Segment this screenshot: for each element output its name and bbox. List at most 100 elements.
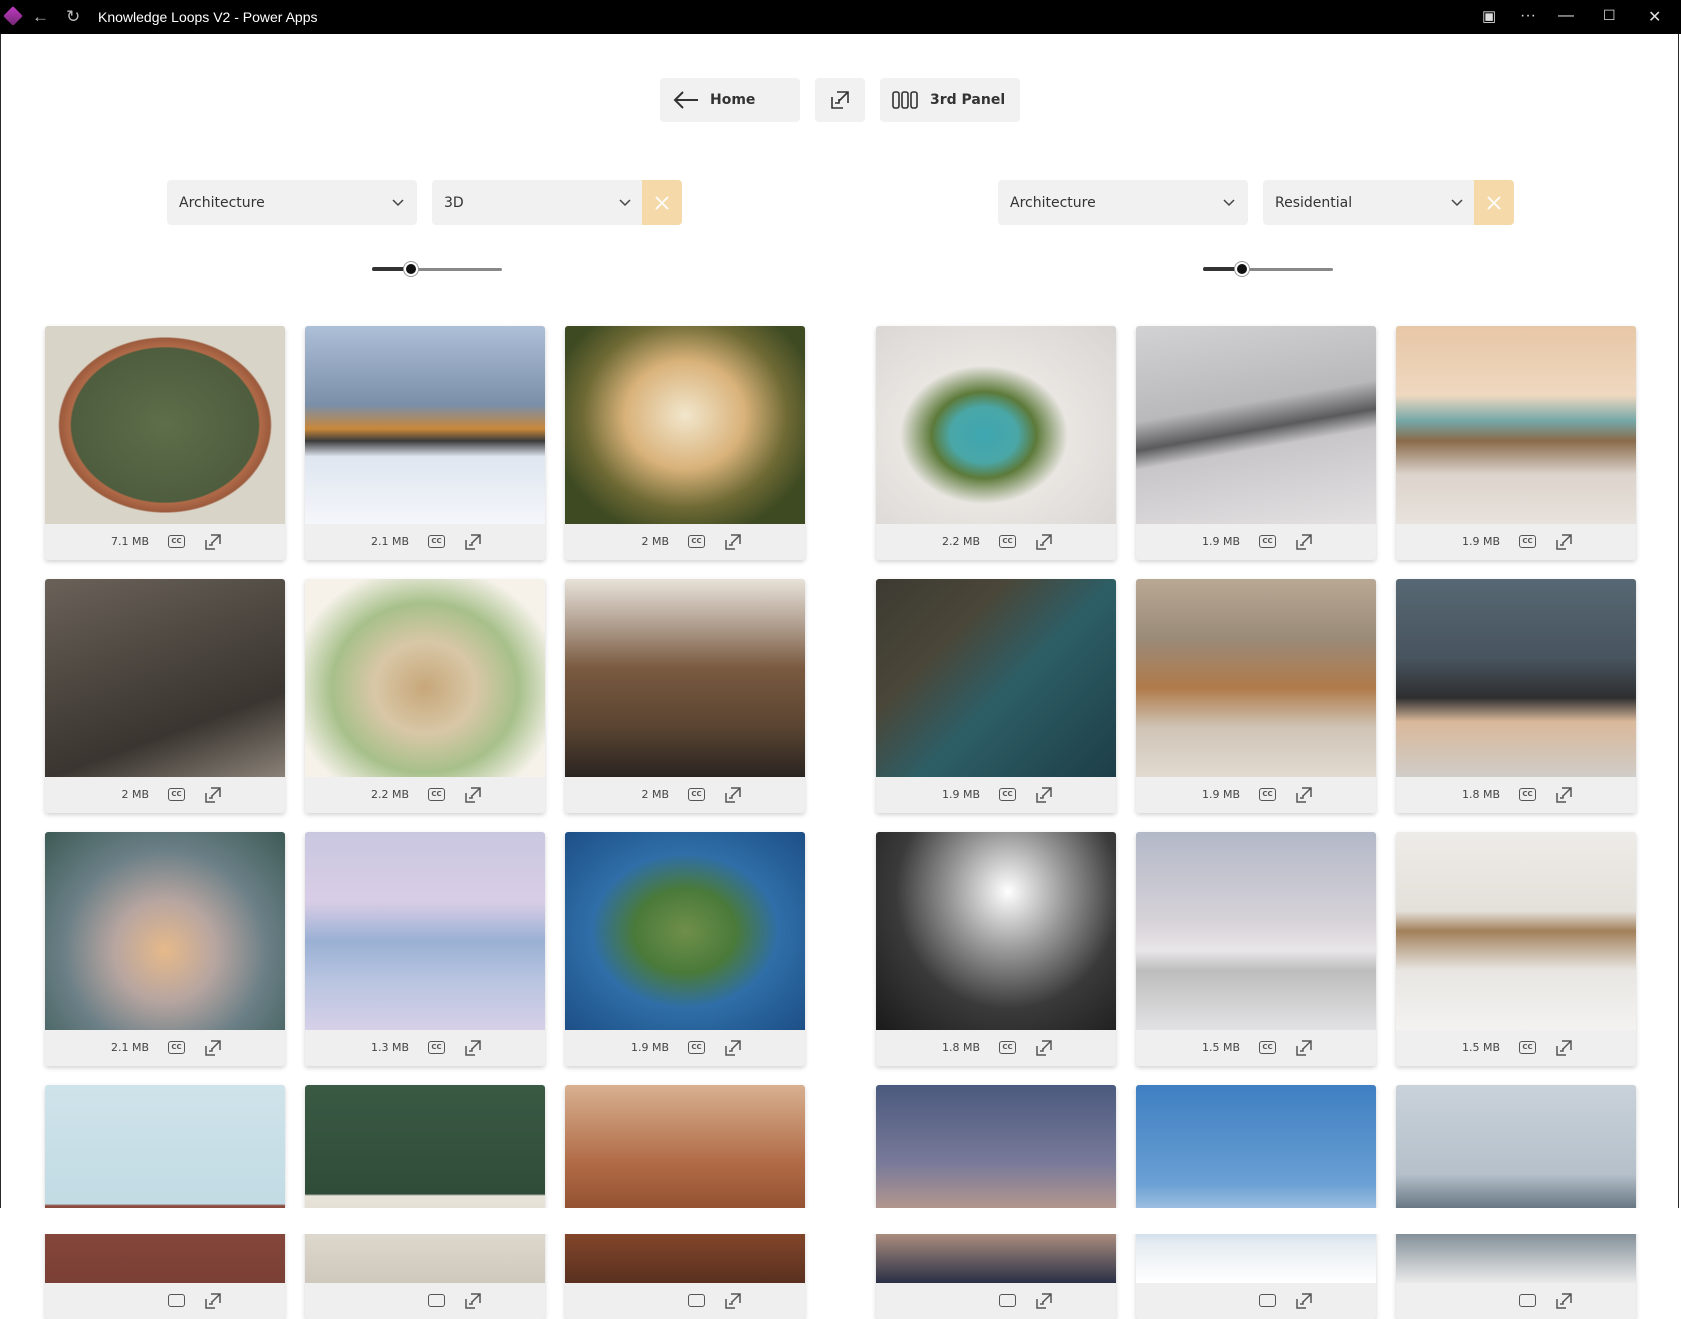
gallery-card[interactable]: 2.1 MB CC bbox=[305, 326, 545, 560]
closed-caption-icon[interactable]: CC bbox=[1259, 788, 1276, 801]
open-external-icon[interactable] bbox=[1295, 1292, 1313, 1310]
refresh-icon[interactable]: ↻ bbox=[66, 7, 80, 27]
gallery-card[interactable]: 7.1 MB CC bbox=[45, 326, 285, 560]
gallery-card[interactable]: 1.9 MB CC bbox=[876, 579, 1116, 813]
card-thumbnail[interactable] bbox=[876, 832, 1116, 1030]
closed-caption-icon[interactable]: CC bbox=[1259, 1041, 1276, 1054]
gallery-card[interactable]: 1.5 MB CC bbox=[1136, 832, 1376, 1066]
card-thumbnail[interactable] bbox=[565, 326, 805, 524]
card-thumbnail[interactable] bbox=[876, 1085, 1116, 1283]
closed-caption-icon[interactable]: CC bbox=[688, 535, 705, 548]
open-external-icon[interactable] bbox=[724, 1292, 742, 1310]
open-external-icon[interactable] bbox=[204, 786, 222, 804]
card-thumbnail[interactable] bbox=[305, 579, 545, 777]
card-thumbnail[interactable] bbox=[1136, 579, 1376, 777]
card-thumbnail[interactable] bbox=[45, 579, 285, 777]
card-thumbnail[interactable] bbox=[565, 1085, 805, 1283]
open-external-icon[interactable] bbox=[464, 1039, 482, 1057]
gallery-card[interactable]: 1.5 MB CC bbox=[1396, 832, 1636, 1066]
open-external-icon[interactable] bbox=[1555, 1292, 1573, 1310]
open-external-icon[interactable] bbox=[464, 1292, 482, 1310]
closed-caption-icon[interactable]: CC bbox=[428, 1041, 445, 1054]
open-external-icon[interactable] bbox=[724, 1039, 742, 1057]
card-thumbnail[interactable] bbox=[1396, 1085, 1636, 1283]
minimize-icon[interactable]: — bbox=[1558, 7, 1574, 25]
card-thumbnail[interactable] bbox=[1396, 579, 1636, 777]
closed-caption-icon[interactable] bbox=[999, 1294, 1016, 1307]
gallery-card[interactable]: 2 MB CC bbox=[565, 579, 805, 813]
closed-caption-icon[interactable]: CC bbox=[168, 788, 185, 801]
open-external-icon[interactable] bbox=[1295, 533, 1313, 551]
left-category-dropdown[interactable]: Architecture bbox=[167, 180, 417, 225]
slider-thumb[interactable] bbox=[404, 262, 418, 276]
closed-caption-icon[interactable]: CC bbox=[1259, 535, 1276, 548]
cast-icon[interactable]: ▣ bbox=[1482, 7, 1496, 25]
open-external-button[interactable] bbox=[815, 78, 865, 122]
slider-thumb[interactable] bbox=[1235, 262, 1249, 276]
card-thumbnail[interactable] bbox=[305, 326, 545, 524]
right-clear-filter-button[interactable] bbox=[1474, 180, 1514, 225]
card-thumbnail[interactable] bbox=[565, 832, 805, 1030]
closed-caption-icon[interactable] bbox=[688, 1294, 705, 1307]
gallery-card[interactable] bbox=[1396, 1085, 1636, 1319]
card-thumbnail[interactable] bbox=[565, 579, 805, 777]
closed-caption-icon[interactable]: CC bbox=[428, 535, 445, 548]
closed-caption-icon[interactable] bbox=[1519, 1294, 1536, 1307]
gallery-card[interactable]: 1.9 MB CC bbox=[1136, 326, 1376, 560]
close-icon[interactable]: ✕ bbox=[1648, 7, 1661, 27]
card-thumbnail[interactable] bbox=[1396, 832, 1636, 1030]
closed-caption-icon[interactable]: CC bbox=[999, 1041, 1016, 1054]
right-subcategory-dropdown[interactable]: Residential bbox=[1263, 180, 1476, 225]
closed-caption-icon[interactable]: CC bbox=[168, 535, 185, 548]
open-external-icon[interactable] bbox=[1035, 1292, 1053, 1310]
open-external-icon[interactable] bbox=[1555, 533, 1573, 551]
closed-caption-icon[interactable]: CC bbox=[1519, 1041, 1536, 1054]
open-external-icon[interactable] bbox=[204, 533, 222, 551]
card-thumbnail[interactable] bbox=[876, 579, 1116, 777]
left-subcategory-dropdown[interactable]: 3D bbox=[432, 180, 644, 225]
gallery-card[interactable] bbox=[876, 1085, 1116, 1319]
gallery-card[interactable] bbox=[305, 1085, 545, 1319]
open-external-icon[interactable] bbox=[724, 786, 742, 804]
closed-caption-icon[interactable] bbox=[168, 1294, 185, 1307]
left-zoom-slider[interactable] bbox=[372, 262, 502, 276]
left-clear-filter-button[interactable] bbox=[642, 180, 682, 225]
gallery-card[interactable]: 1.9 MB CC bbox=[1396, 326, 1636, 560]
card-thumbnail[interactable] bbox=[1136, 832, 1376, 1030]
open-external-icon[interactable] bbox=[1295, 1039, 1313, 1057]
gallery-card[interactable]: 2 MB CC bbox=[565, 326, 805, 560]
open-external-icon[interactable] bbox=[724, 533, 742, 551]
closed-caption-icon[interactable]: CC bbox=[168, 1041, 185, 1054]
card-thumbnail[interactable] bbox=[305, 832, 545, 1030]
card-thumbnail[interactable] bbox=[1136, 326, 1376, 524]
card-thumbnail[interactable] bbox=[876, 326, 1116, 524]
gallery-card[interactable]: 2 MB CC bbox=[45, 579, 285, 813]
closed-caption-icon[interactable] bbox=[1259, 1294, 1276, 1307]
card-thumbnail[interactable] bbox=[1136, 1085, 1376, 1283]
gallery-card[interactable] bbox=[1136, 1085, 1376, 1319]
open-external-icon[interactable] bbox=[1035, 1039, 1053, 1057]
card-thumbnail[interactable] bbox=[305, 1085, 545, 1283]
gallery-card[interactable] bbox=[565, 1085, 805, 1319]
open-external-icon[interactable] bbox=[464, 533, 482, 551]
gallery-card[interactable]: 1.8 MB CC bbox=[876, 832, 1116, 1066]
closed-caption-icon[interactable]: CC bbox=[999, 788, 1016, 801]
open-external-icon[interactable] bbox=[204, 1039, 222, 1057]
closed-caption-icon[interactable]: CC bbox=[1519, 788, 1536, 801]
closed-caption-icon[interactable]: CC bbox=[688, 788, 705, 801]
open-external-icon[interactable] bbox=[1555, 786, 1573, 804]
closed-caption-icon[interactable]: CC bbox=[428, 788, 445, 801]
closed-caption-icon[interactable]: CC bbox=[1519, 535, 1536, 548]
card-thumbnail[interactable] bbox=[45, 1085, 285, 1283]
right-category-dropdown[interactable]: Architecture bbox=[998, 180, 1248, 225]
gallery-card[interactable]: 2.1 MB CC bbox=[45, 832, 285, 1066]
gallery-card[interactable] bbox=[45, 1085, 285, 1319]
open-external-icon[interactable] bbox=[1035, 533, 1053, 551]
closed-caption-icon[interactable]: CC bbox=[999, 535, 1016, 548]
gallery-card[interactable]: 1.3 MB CC bbox=[305, 832, 545, 1066]
card-thumbnail[interactable] bbox=[1396, 326, 1636, 524]
home-button[interactable]: Home bbox=[660, 78, 800, 122]
card-thumbnail[interactable] bbox=[45, 326, 285, 524]
gallery-card[interactable]: 2.2 MB CC bbox=[305, 579, 545, 813]
open-external-icon[interactable] bbox=[1295, 786, 1313, 804]
